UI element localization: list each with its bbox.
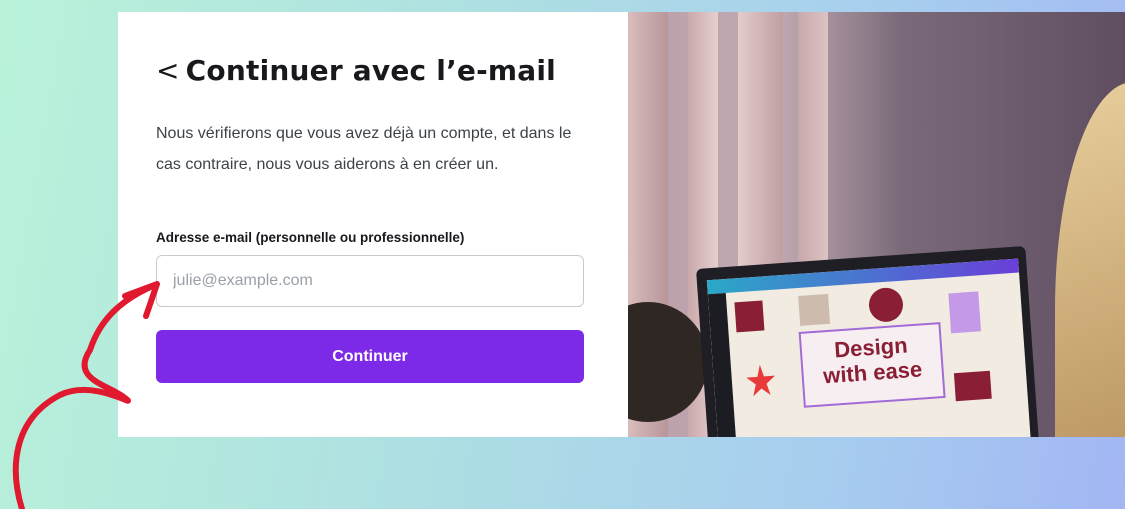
arrow-annotation-icon: [12, 281, 160, 509]
arrow-curve: [12, 282, 158, 509]
